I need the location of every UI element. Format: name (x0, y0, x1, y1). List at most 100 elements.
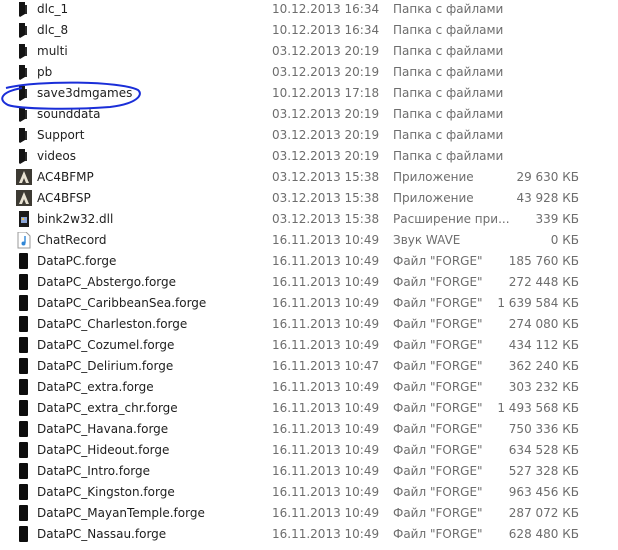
file-icon (16, 253, 32, 270)
file-name: DataPC_Hideout.forge (37, 443, 170, 457)
folder-icon (16, 127, 32, 144)
file-icon (16, 505, 32, 522)
file-row[interactable]: DataPC.forge 16.11.2013 10:49 Файл "FORGE"… (0, 251, 618, 272)
file-name: dlc_1 (37, 2, 69, 16)
file-name: AC4BFSP (37, 191, 91, 205)
file-name: Support (37, 128, 85, 142)
file-row[interactable]: DataPC_Havana.forge 16.11.2013 10:49 Файл … (0, 419, 618, 440)
dll-icon (16, 211, 32, 228)
file-size: 362 240 КБ (508, 359, 579, 373)
file-type: Файл "FORGE" (393, 254, 483, 268)
file-date-modified: 16.11.2013 10:49 (272, 296, 380, 310)
file-date-modified: 16.11.2013 10:49 (272, 401, 380, 415)
file-name: DataPC_Delirium.forge (37, 359, 174, 373)
file-row[interactable]: DataPC_Nassau.forge 16.11.2013 10:49 Файл … (0, 524, 618, 545)
file-row[interactable]: DataPC_Abstergo.forge 16.11.2013 10:49 Фай… (0, 272, 618, 293)
file-size: 339 КБ (535, 212, 579, 226)
file-date-modified: 03.12.2013 15:38 (272, 212, 380, 226)
file-row[interactable]: AC4BFSP 03.12.2013 15:38 Приложение 43 928 … (0, 188, 618, 209)
folder-icon (16, 43, 32, 60)
file-date-modified: 03.12.2013 15:38 (272, 170, 380, 184)
file-row[interactable]: DataPC_extra_chr.forge 16.11.2013 10:49 Фа… (0, 398, 618, 419)
file-size: 29 630 КБ (516, 170, 579, 184)
file-type: Расширение при... (393, 212, 510, 226)
file-type: Файл "FORGE" (393, 422, 483, 436)
file-type: Папка с файлами (393, 107, 504, 121)
file-type: Файл "FORGE" (393, 485, 483, 499)
file-name: DataPC_Kingston.forge (37, 485, 175, 499)
file-name: DataPC_Abstergo.forge (37, 275, 177, 289)
file-name: DataPC_extra.forge (37, 380, 154, 394)
file-row[interactable]: sounddata 03.12.2013 20:19 Папка с файлами (0, 104, 618, 125)
file-size: 287 072 КБ (508, 506, 579, 520)
file-row[interactable]: DataPC_CaribbeanSea.forge 16.11.2013 10:4… (0, 293, 618, 314)
file-row[interactable]: pb 03.12.2013 20:19 Папка с файлами (0, 62, 618, 83)
file-icon (16, 358, 32, 375)
app-icon (16, 169, 32, 186)
file-type: Приложение (393, 170, 474, 184)
file-date-modified: 16.11.2013 10:49 (272, 275, 380, 289)
file-size: 527 328 КБ (508, 464, 579, 478)
file-row[interactable]: ChatRecord 16.11.2013 10:49 Звук WAVE 0 КБ (0, 230, 618, 251)
audio-file-icon (16, 231, 32, 249)
file-type: Папка с файлами (393, 65, 504, 79)
file-size: 628 480 КБ (508, 527, 579, 541)
file-date-modified: 16.11.2013 10:49 (272, 380, 380, 394)
file-date-modified: 10.12.2013 16:34 (272, 2, 380, 16)
file-size: 634 528 КБ (508, 443, 579, 457)
file-row[interactable]: multi 03.12.2013 20:19 Папка с файлами (0, 41, 618, 62)
file-row[interactable]: DataPC_Delirium.forge 16.11.2013 10:47 Фай… (0, 356, 618, 377)
file-row[interactable]: save3dmgames 10.12.2013 17:18 Папка с файл… (0, 83, 618, 104)
file-row[interactable]: DataPC_Intro.forge 16.11.2013 10:49 Файл "… (0, 461, 618, 482)
file-type: Файл "FORGE" (393, 506, 483, 520)
file-row[interactable]: dlc_1 10.12.2013 16:34 Папка с файлами (0, 0, 618, 20)
file-size: 1 493 568 КБ (497, 401, 579, 415)
file-row[interactable]: AC4BFMP 03.12.2013 15:38 Приложение 29 630 … (0, 167, 618, 188)
folder-icon (16, 148, 32, 165)
file-row[interactable]: dlc_8 10.12.2013 16:34 Папка с файлами (0, 20, 618, 41)
file-date-modified: 03.12.2013 15:38 (272, 191, 380, 205)
file-name: DataPC_Nassau.forge (37, 527, 167, 541)
file-size: 434 112 КБ (508, 338, 579, 352)
file-name: bink2w32.dll (37, 212, 114, 226)
file-type: Папка с файлами (393, 128, 504, 142)
file-type: Файл "FORGE" (393, 443, 483, 457)
file-icon (16, 526, 32, 543)
file-row[interactable]: Support 03.12.2013 20:19 Папка с файлами (0, 125, 618, 146)
file-name: videos (37, 149, 77, 163)
file-row[interactable]: DataPC_Cozumel.forge 16.11.2013 10:49 Файл… (0, 335, 618, 356)
file-row[interactable]: DataPC_Hideout.forge 16.11.2013 10:49 Файл… (0, 440, 618, 461)
file-type: Файл "FORGE" (393, 527, 483, 541)
file-row[interactable]: DataPC_Kingston.forge 16.11.2013 10:49 Фай… (0, 482, 618, 503)
file-icon (16, 421, 32, 438)
file-name: DataPC_MayanTemple.forge (37, 506, 205, 520)
folder-icon (16, 64, 32, 81)
file-name: pb (37, 65, 53, 79)
file-type: Файл "FORGE" (393, 401, 483, 415)
file-size: 272 448 КБ (508, 275, 579, 289)
file-icon (16, 442, 32, 459)
file-icon (16, 484, 32, 501)
file-row[interactable]: bink2w32.dll 03.12.2013 15:38 Расширение п… (0, 209, 618, 230)
file-name: DataPC_Charleston.forge (37, 317, 188, 331)
file-date-modified: 10.12.2013 16:34 (272, 23, 380, 37)
file-name: AC4BFMP (37, 170, 94, 184)
file-icon (16, 379, 32, 396)
file-date-modified: 16.11.2013 10:49 (272, 254, 380, 268)
file-type: Файл "FORGE" (393, 296, 483, 310)
file-date-modified: 16.11.2013 10:49 (272, 233, 380, 247)
file-icon (16, 400, 32, 417)
file-name: sounddata (37, 107, 101, 121)
file-row[interactable]: videos 03.12.2013 20:19 Папка с файлами (0, 146, 618, 167)
file-size: 274 080 КБ (508, 317, 579, 331)
file-type: Папка с файлами (393, 86, 504, 100)
file-row[interactable]: DataPC_Charleston.forge 16.11.2013 10:49 Ф… (0, 314, 618, 335)
file-type: Папка с файлами (393, 149, 504, 163)
file-size: 185 760 КБ (508, 254, 579, 268)
file-icon (16, 295, 32, 312)
file-type: Файл "FORGE" (393, 464, 483, 478)
file-date-modified: 16.11.2013 10:49 (272, 422, 380, 436)
folder-icon (16, 106, 32, 123)
file-row[interactable]: DataPC_MayanTemple.forge 16.11.2013 10:49… (0, 503, 618, 524)
file-row[interactable]: DataPC_extra.forge 16.11.2013 10:49 Файл "… (0, 377, 618, 398)
